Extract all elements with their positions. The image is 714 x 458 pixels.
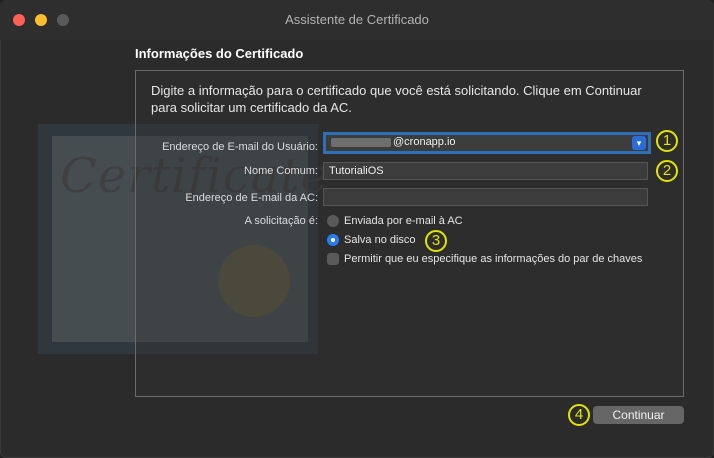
- email-value: @cronapp.io: [393, 136, 456, 148]
- radio-save-disk-label: Salva no disco: [344, 234, 416, 246]
- title-bar: Assistente de Certificado: [0, 0, 714, 40]
- certificate-assistant-window: Assistente de Certificado Certificate In…: [0, 0, 714, 458]
- ca-email-field[interactable]: [323, 188, 648, 206]
- radio-email-ca-label: Enviada por e-mail à AC: [344, 215, 463, 227]
- section-title: Informações do Certificado: [135, 46, 304, 61]
- step-marker-3: 3: [425, 230, 447, 252]
- chevron-down-icon[interactable]: ▾: [632, 136, 646, 150]
- intro-text: Digite a informação para o certificado q…: [151, 83, 642, 115]
- request-type-label: A solicitação é:: [244, 215, 318, 227]
- step-marker-2: 2: [656, 160, 678, 182]
- common-name-label: Nome Comum:: [244, 165, 318, 177]
- keypair-checkbox-label: Permitir que eu especifique as informaçõ…: [344, 253, 643, 265]
- window-title: Assistente de Certificado: [285, 12, 429, 27]
- radio-save-disk[interactable]: [327, 234, 339, 246]
- common-name-field[interactable]: TutorialiOS: [323, 162, 648, 180]
- continue-button[interactable]: Continuar: [593, 406, 684, 424]
- step-marker-1: 1: [656, 130, 678, 152]
- radio-email-ca[interactable]: [327, 215, 339, 227]
- step-marker-4: 4: [568, 404, 590, 426]
- email-field[interactable]: @cronapp.io ▾: [323, 132, 651, 154]
- ca-email-label: Endereço de E-mail da AC:: [185, 192, 318, 204]
- email-label: Endereço de E-mail do Usuário:: [162, 141, 318, 153]
- redacted-text: [331, 137, 391, 147]
- common-name-value: TutorialiOS: [329, 165, 384, 177]
- keypair-checkbox[interactable]: [327, 253, 339, 265]
